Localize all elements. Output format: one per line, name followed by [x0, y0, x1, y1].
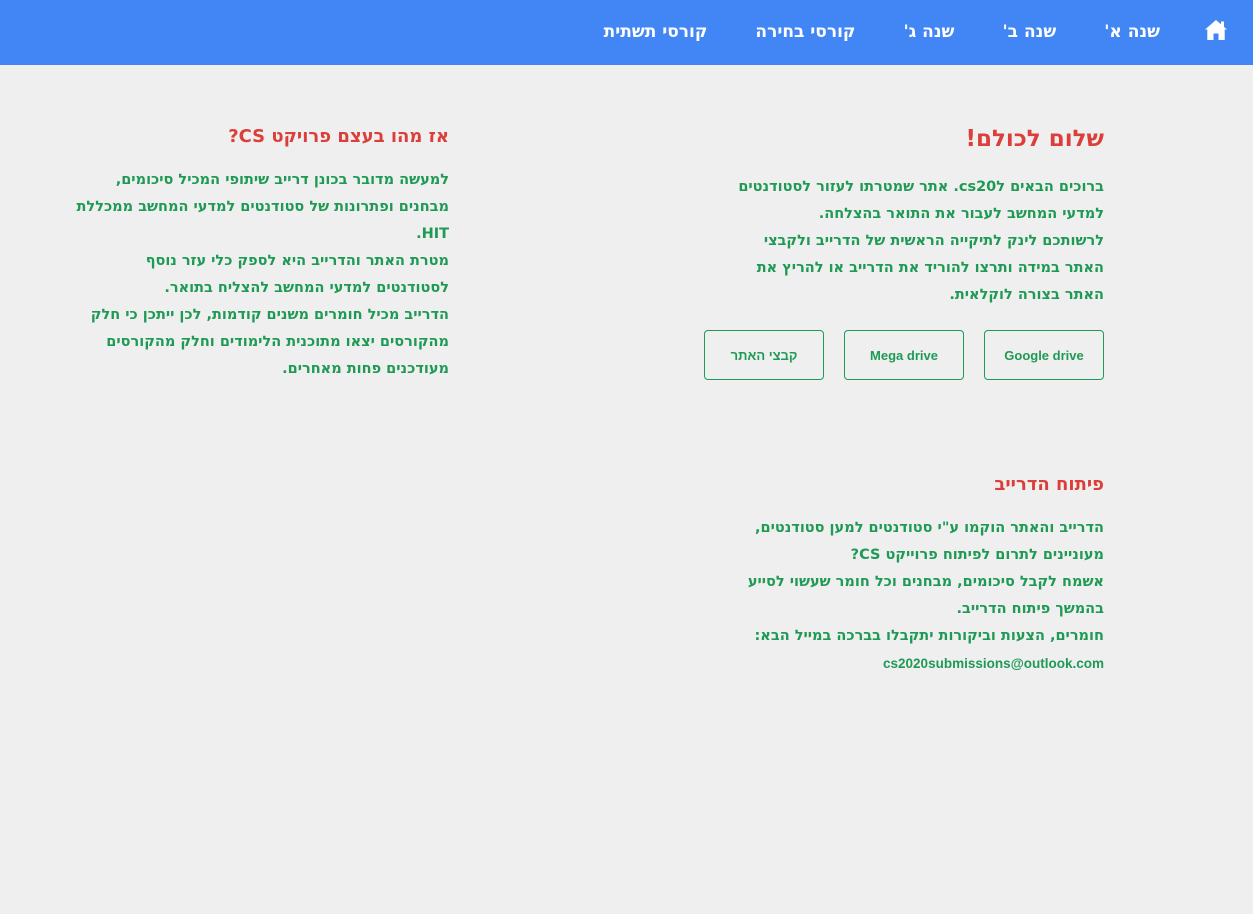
about-line: מעודכנים פחות מאחרים. — [282, 361, 449, 377]
development-title: פיתוח הדרייב — [994, 474, 1104, 495]
about-line: מהקורסים יצאו מתוכנית הלימודים וחלק מהקו… — [106, 334, 449, 350]
welcome-line: האתר בצורה לוקלאית. — [949, 287, 1104, 303]
development-line: מעוניינים לתרום לפיתוח פרוייקט CS? — [850, 547, 1104, 563]
welcome-line: האתר במידה ותרצו להוריד את הדרייב או להר… — [756, 260, 1104, 276]
welcome-line: לרשותכם לינק לתיקייה הראשית של הדרייב ול… — [763, 233, 1104, 249]
welcome-line: למדעי המחשב לעבור את התואר בהצלחה. — [818, 206, 1104, 222]
about-line: לסטודנטים למדעי המחשב להצליח בתואר. — [164, 280, 449, 296]
welcome-title: שלום לכולם! — [965, 126, 1104, 152]
development-text: הדרייב והאתר הוקמו ע"י סטודנטים למען סטו… — [684, 515, 1104, 677]
submissions-email-link[interactable]: cs2020submissions@outlook.com — [684, 650, 1104, 677]
development-line: הדרייב והאתר הוקמו ע"י סטודנטים למען סטו… — [755, 520, 1104, 536]
about-line: מבחנים ופתרונות של סטודנטים למדעי המחשב … — [76, 199, 449, 215]
nav-menu: שנה א' שנה ב' שנה ג' קורסי בחירה קורסי ת… — [604, 0, 1160, 65]
top-navbar: שנה א' שנה ב' שנה ג' קורסי בחירה קורסי ת… — [0, 0, 1253, 65]
about-title: אז מהו בעצם פרויקט CS? — [228, 126, 449, 147]
nav-item-year-1[interactable]: שנה א' — [1104, 24, 1160, 41]
nav-item-year-3[interactable]: שנה ג' — [903, 24, 954, 41]
development-line: אשמח לקבל סיכומים, מבחנים וכל חומר שעשוי… — [747, 574, 1104, 590]
nav-item-year-2[interactable]: שנה ב' — [1002, 24, 1056, 41]
welcome-text: ברוכים הבאים לcs20. אתר שמטרתו לעזור לסט… — [684, 174, 1104, 309]
home-icon[interactable] — [1204, 19, 1228, 43]
nav-item-infrastructure[interactable]: קורסי תשתית — [604, 24, 708, 41]
about-line: למעשה מדובר בכונן דרייב שיתופי המכיל סיכ… — [115, 172, 449, 188]
development-line: חומרים, הצעות וביקורות יתקבלו בברכה במיי… — [754, 628, 1105, 644]
about-line: הדרייב מכיל חומרים משנים קודמות, לכן יית… — [90, 307, 449, 323]
mega-drive-button[interactable]: Mega drive — [844, 330, 964, 380]
google-drive-button[interactable]: Google drive — [984, 330, 1104, 380]
nav-item-electives[interactable]: קורסי בחירה — [755, 24, 855, 41]
welcome-line: ברוכים הבאים לcs20. אתר שמטרתו לעזור לסט… — [738, 179, 1104, 195]
site-files-button[interactable]: קבצי האתר — [704, 330, 824, 380]
about-text: למעשה מדובר בכונן דרייב שיתופי המכיל סיכ… — [69, 167, 449, 383]
about-line: מטרת האתר והדרייב היא לספק כלי עזר נוסף — [145, 253, 449, 269]
development-line: בהמשך פיתוח הדרייב. — [956, 601, 1104, 617]
about-line: HIT. — [416, 226, 449, 242]
